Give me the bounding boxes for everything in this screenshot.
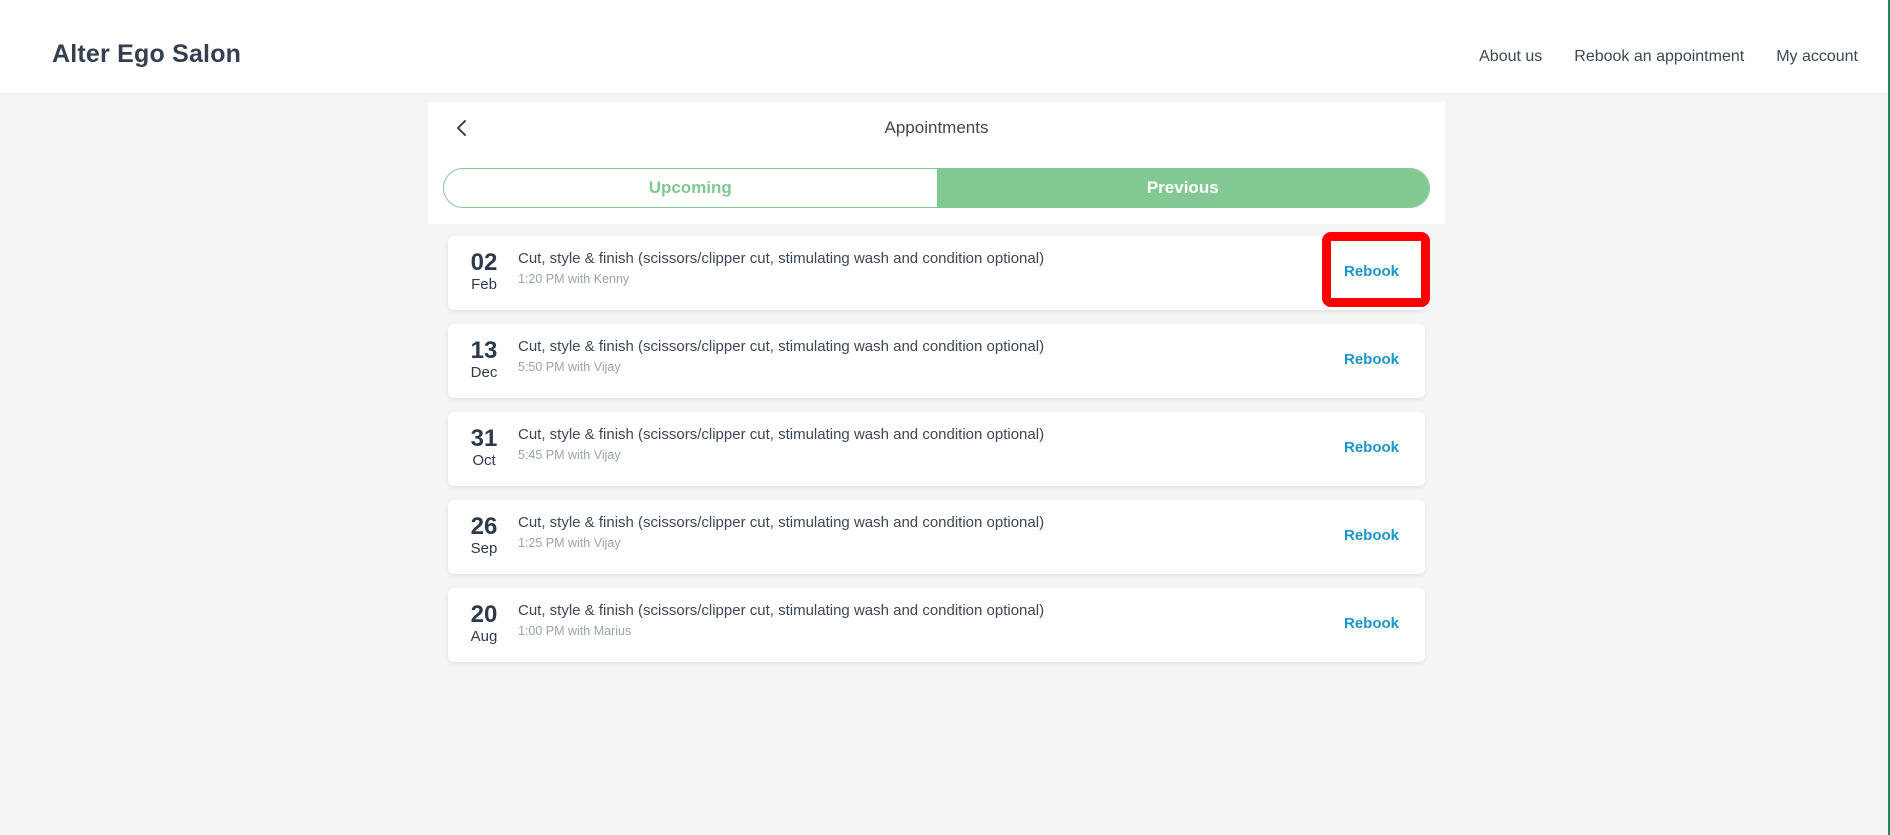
header-nav: About us Rebook an appointment My accoun…: [1479, 48, 1858, 66]
appointments-list: 02 Feb Cut, style & finish (scissors/cli…: [448, 236, 1425, 676]
appointment-date: 13 Dec: [464, 338, 504, 382]
appointment-month: Oct: [472, 452, 496, 469]
appointment-card: 26 Sep Cut, style & finish (scissors/cli…: [448, 500, 1425, 574]
appointment-date: 31 Oct: [464, 426, 504, 470]
appointment-info: Cut, style & finish (scissors/clipper cu…: [518, 338, 1044, 374]
appointment-day: 26: [470, 513, 498, 540]
appointment-info: Cut, style & finish (scissors/clipper cu…: [518, 250, 1044, 286]
appointment-time-stylist: 1:00 PM with Marius: [518, 624, 632, 638]
nav-my-account-link[interactable]: My account: [1776, 48, 1858, 66]
appointment-time-stylist: 5:45 PM with Vijay: [518, 448, 621, 462]
appointment-service: Cut, style & finish (scissors/clipper cu…: [518, 338, 1045, 355]
appointment-time-stylist: 1:25 PM with Vijay: [518, 536, 621, 550]
nav-rebook-appointment-link[interactable]: Rebook an appointment: [1574, 48, 1744, 66]
appointment-month: Dec: [470, 364, 498, 381]
appointment-day: 31: [470, 425, 498, 452]
rebook-button[interactable]: Rebook: [1344, 263, 1399, 280]
appointment-card: 20 Aug Cut, style & finish (scissors/cli…: [448, 588, 1425, 662]
appointments-panel-header: Appointments: [428, 102, 1445, 154]
appointments-tabs-container: Upcoming Previous: [428, 154, 1445, 224]
rebook-button[interactable]: Rebook: [1344, 351, 1399, 368]
appointment-service: Cut, style & finish (scissors/clipper cu…: [518, 426, 1045, 443]
appointment-month: Sep: [470, 540, 498, 557]
rebook-button[interactable]: Rebook: [1344, 615, 1399, 632]
appointments-tabs: Upcoming Previous: [443, 168, 1430, 208]
appointment-date: 02 Feb: [464, 250, 504, 294]
appointment-date: 26 Sep: [464, 514, 504, 558]
top-navigation-bar: Alter Ego Salon About us Rebook an appoi…: [0, 0, 1890, 93]
brand-logo-text[interactable]: Alter Ego Salon: [52, 40, 241, 69]
tab-upcoming[interactable]: Upcoming: [444, 169, 937, 207]
appointment-card: 02 Feb Cut, style & finish (scissors/cli…: [448, 236, 1425, 310]
appointment-day: 02: [470, 249, 498, 276]
appointment-service: Cut, style & finish (scissors/clipper cu…: [518, 250, 1045, 267]
appointment-day: 13: [470, 337, 498, 364]
nav-about-us-link[interactable]: About us: [1479, 48, 1542, 66]
rebook-button[interactable]: Rebook: [1344, 527, 1399, 544]
appointment-card: 13 Dec Cut, style & finish (scissors/cli…: [448, 324, 1425, 398]
appointment-time-stylist: 1:20 PM with Kenny: [518, 272, 630, 286]
appointment-service: Cut, style & finish (scissors/clipper cu…: [518, 602, 1045, 619]
appointment-time-stylist: 5:50 PM with Vijay: [518, 360, 621, 374]
appointment-month: Aug: [470, 628, 498, 645]
appointment-date: 20 Aug: [464, 602, 504, 646]
appointment-info: Cut, style & finish (scissors/clipper cu…: [518, 514, 1044, 550]
appointment-card: 31 Oct Cut, style & finish (scissors/cli…: [448, 412, 1425, 486]
rebook-button[interactable]: Rebook: [1344, 439, 1399, 456]
appointment-info: Cut, style & finish (scissors/clipper cu…: [518, 426, 1044, 462]
page-title: Appointments: [884, 118, 989, 137]
appointment-month: Feb: [471, 276, 497, 293]
appointment-service: Cut, style & finish (scissors/clipper cu…: [518, 514, 1045, 531]
appointment-day: 20: [470, 601, 498, 628]
appointment-info: Cut, style & finish (scissors/clipper cu…: [518, 602, 1044, 638]
tab-previous[interactable]: Previous: [936, 169, 1429, 207]
